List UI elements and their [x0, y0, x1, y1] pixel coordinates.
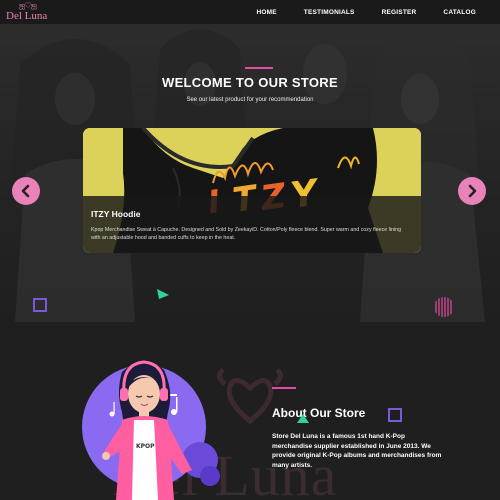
hero-section: WELCOME TO OUR STORE See our latest prod… — [0, 24, 500, 322]
chevron-right-icon — [468, 184, 477, 198]
shirt-text: KPOP — [136, 443, 155, 450]
title-accent-bar — [245, 67, 273, 69]
nav-links: HOME TESTIMONIALS REGISTER CATALOG — [256, 0, 500, 24]
product-info-panel: ITZY Hoodie Kpop Merchandise Sweat à Cap… — [83, 196, 421, 253]
about-accent-bar — [272, 387, 296, 389]
hero-subtitle: See our latest product for your recommen… — [186, 97, 314, 103]
about-title: About Our Store — [272, 406, 366, 420]
logo-text: Del Luna — [6, 10, 48, 22]
chevron-left-icon — [21, 184, 30, 198]
about-decor-square — [388, 408, 402, 422]
product-name: ITZY Hoodie — [91, 209, 141, 219]
about-section: Del Luna KPOP About Our Store Store Del … — [0, 322, 500, 500]
decor-square — [33, 298, 47, 312]
product-card[interactable]: I T Z Y ITZY Hoodie Kpop Merchandise Swe… — [83, 128, 421, 253]
nav-register[interactable]: REGISTER — [382, 9, 417, 16]
decor-triangle-teal — [297, 414, 309, 423]
navbar: ஐ♡ஐ Del Luna HOME TESTIMONIALS REGISTER … — [0, 0, 500, 24]
decor-triangle — [157, 289, 169, 299]
carousel-next-button[interactable] — [458, 177, 486, 205]
logo-ornament: ஐ♡ஐ — [19, 1, 37, 10]
about-text: Store Del Luna is a famous 1st hand K-Po… — [272, 433, 442, 469]
product-description: Kpop Merchandise Sweat à Capuche. Design… — [91, 227, 402, 241]
decor-striped-circle — [435, 297, 452, 317]
carousel-prev-button[interactable] — [12, 177, 40, 205]
nav-testimonials[interactable]: TESTIMONIALS — [304, 9, 355, 16]
nav-home[interactable]: HOME — [256, 9, 276, 16]
nav-catalog[interactable]: CATALOG — [443, 9, 476, 16]
about-illustration: KPOP — [82, 360, 220, 500]
hero-title: WELCOME TO OUR STORE — [162, 75, 338, 90]
logo[interactable]: ஐ♡ஐ Del Luna — [6, 1, 66, 23]
